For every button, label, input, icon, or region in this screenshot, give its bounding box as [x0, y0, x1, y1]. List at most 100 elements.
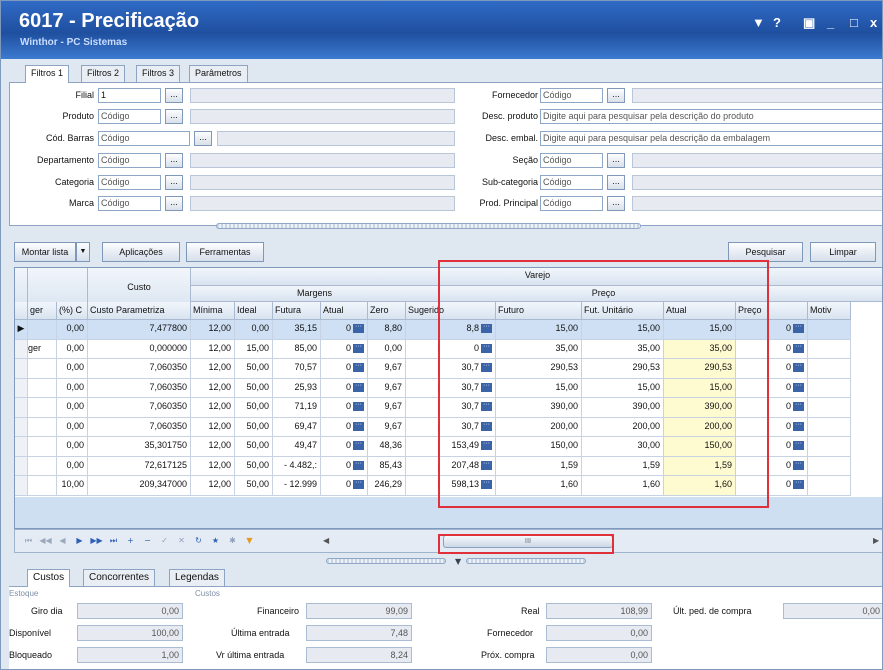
grid-cell[interactable]: 50,00	[235, 437, 273, 457]
grid-cell[interactable]	[28, 417, 57, 437]
grid-cell[interactable]: 48,36	[368, 437, 406, 457]
column-header[interactable]: Custo Parametriza	[88, 302, 191, 320]
grid-cell[interactable]: 30,7 ···	[406, 359, 496, 379]
grid-cell[interactable]: 50,00	[235, 476, 273, 496]
grid-cell[interactable]: 0 ···	[736, 476, 808, 496]
desc-produto-input[interactable]: Digite aqui para pesquisar pela descriçã…	[540, 109, 882, 124]
column-header[interactable]: Futuro	[496, 302, 582, 320]
grid-cell[interactable]: 7,060350	[88, 359, 191, 379]
grid-cell[interactable]: 10,00	[57, 476, 88, 496]
grid-cell[interactable]: 69,47	[273, 417, 321, 437]
grid-cell[interactable]: 85,00	[273, 339, 321, 359]
grid-cell[interactable]: 7,477800	[88, 320, 191, 340]
navigator-button[interactable]: ▼	[242, 534, 257, 548]
grid-cell[interactable]: 15,00	[664, 320, 736, 340]
grid-cell[interactable]: 0 ···	[321, 437, 368, 457]
grid-cell[interactable]: 390,00	[582, 398, 664, 418]
close-icon[interactable]: x	[870, 15, 877, 30]
cell-ellipsis-button[interactable]: ···	[353, 362, 364, 373]
grid-cell[interactable]: 0 ···	[736, 398, 808, 418]
aplicacoes-button[interactable]: Aplicações	[102, 242, 180, 262]
grid-cell[interactable]: 8,8 ···	[406, 320, 496, 340]
produto-input[interactable]: Código	[98, 109, 161, 124]
cell-ellipsis-button[interactable]: ···	[481, 362, 492, 373]
grid-cell[interactable]	[28, 398, 57, 418]
grid-cell[interactable]: 0,000000	[88, 339, 191, 359]
cell-ellipsis-button[interactable]: ···	[793, 440, 804, 451]
navigator-button[interactable]: ✓	[157, 534, 172, 548]
row-indicator[interactable]: ▶	[15, 320, 28, 340]
tab-parametros[interactable]: Parâmetros	[189, 65, 248, 82]
grid-cell[interactable]: 30,7 ···	[406, 378, 496, 398]
montar-lista-dropdown-icon[interactable]: ▼	[76, 242, 90, 262]
cell-ellipsis-button[interactable]: ···	[481, 323, 492, 334]
help-icon[interactable]: ?	[773, 15, 781, 30]
row-indicator[interactable]	[15, 456, 28, 476]
navigator-button[interactable]: −	[140, 534, 155, 548]
ferramentas-button[interactable]: Ferramentas	[186, 242, 264, 262]
column-header[interactable]: Ideal	[235, 302, 273, 320]
column-header[interactable]: ger	[28, 302, 57, 320]
cell-ellipsis-button[interactable]: ···	[793, 479, 804, 490]
grid-cell[interactable]	[808, 476, 851, 496]
cell-ellipsis-button[interactable]: ···	[793, 323, 804, 334]
cell-ellipsis-button[interactable]: ···	[481, 460, 492, 470]
grid-cell[interactable]	[808, 398, 851, 418]
cell-ellipsis-button[interactable]: ···	[353, 421, 364, 431]
navigator-button[interactable]: ✱	[225, 534, 240, 548]
grid-cell[interactable]: 1,60	[664, 476, 736, 496]
column-header[interactable]: Sugerido	[406, 302, 496, 320]
grid-cell[interactable]	[808, 437, 851, 457]
pesquisar-button[interactable]: Pesquisar	[728, 242, 803, 262]
grid-cell[interactable]: 49,47	[273, 437, 321, 457]
grid-cell[interactable]: 0,00	[57, 398, 88, 418]
tab-custos[interactable]: Custos	[27, 569, 71, 587]
grid-cell[interactable]: 50,00	[235, 359, 273, 379]
grid-cell[interactable]: 150,00	[664, 437, 736, 457]
produto-lookup-button[interactable]: ...	[165, 109, 183, 124]
grid-cell[interactable]: 70,57	[273, 359, 321, 379]
grid-cell[interactable]	[808, 339, 851, 359]
grid-cell[interactable]: 9,67	[368, 417, 406, 437]
cell-ellipsis-button[interactable]: ···	[353, 382, 364, 392]
grid-cell[interactable]: 290,53	[582, 359, 664, 379]
grid-cell[interactable]: 12,00	[191, 339, 235, 359]
grid-cell[interactable]: 1,59	[582, 456, 664, 476]
grid-cell[interactable]: 0 ···	[736, 339, 808, 359]
grid-cell[interactable]: 290,53	[664, 359, 736, 379]
cell-ellipsis-button[interactable]: ···	[793, 362, 804, 373]
scroll-right-icon[interactable]: ▶	[873, 536, 879, 545]
tab-legendas[interactable]: Legendas	[169, 569, 225, 586]
grid-cell[interactable]: 390,00	[496, 398, 582, 418]
cell-ellipsis-button[interactable]: ···	[793, 382, 804, 392]
navigator-button[interactable]: ⏭	[106, 534, 121, 548]
grid-cell[interactable]: 200,00	[582, 417, 664, 437]
cod-barras-input[interactable]: Código	[98, 131, 190, 146]
secao-input[interactable]: Código	[540, 153, 603, 168]
departamento-input[interactable]: Código	[98, 153, 161, 168]
grid-cell[interactable]: 0,00	[57, 417, 88, 437]
grid-cell[interactable]: 0,00	[57, 456, 88, 476]
grid-cell[interactable]: 598,13 ···	[406, 476, 496, 496]
horizontal-scrollbar-thumb[interactable]: III	[443, 535, 613, 548]
grid-cell[interactable]: 35,00	[664, 339, 736, 359]
navigator-button[interactable]: ▶	[72, 534, 87, 548]
grid-cell[interactable]: 1,59	[664, 456, 736, 476]
filial-input[interactable]: 1	[98, 88, 161, 103]
scroll-left-icon[interactable]: ◀	[323, 536, 329, 545]
categoria-lookup-button[interactable]: ...	[165, 175, 183, 190]
grid-cell[interactable]: 15,00	[496, 320, 582, 340]
column-header[interactable]: Fut. Unitário	[582, 302, 664, 320]
grid-cell[interactable]: 50,00	[235, 456, 273, 476]
grid-cell[interactable]: 0 ···	[321, 359, 368, 379]
subcategoria-lookup-button[interactable]: ...	[607, 175, 625, 190]
grid-cell[interactable]: 0 ···	[736, 320, 808, 340]
grid-cell[interactable]: 35,15	[273, 320, 321, 340]
grid-cell[interactable]: 0,00	[368, 339, 406, 359]
departamento-lookup-button[interactable]: ...	[165, 153, 183, 168]
pricing-grid[interactable]: Custo Varejo Margens Preço ger (%) C Custo…	[14, 267, 882, 529]
grid-cell[interactable]: 0 ···	[321, 476, 368, 496]
row-indicator[interactable]	[15, 437, 28, 457]
grid-cell[interactable]: 12,00	[191, 456, 235, 476]
navigator-button[interactable]: ⏮	[21, 534, 36, 548]
